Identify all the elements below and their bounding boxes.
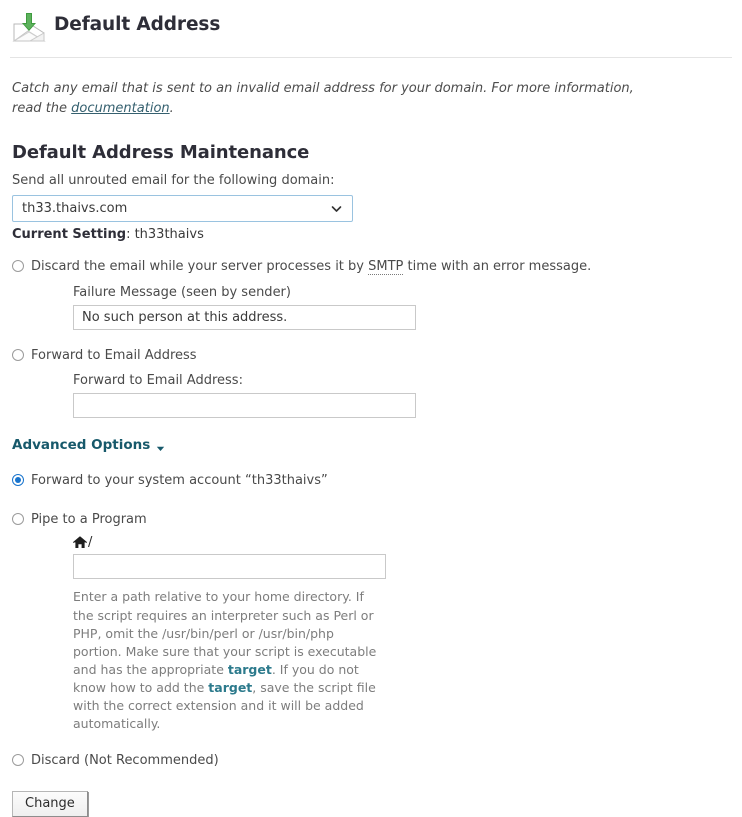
domain-field-label: Send all unrouted email for the followin… [12,173,335,189]
domain-select-value: th33.thaivs.com [22,201,128,217]
current-setting-label: Current Setting [12,227,127,243]
section-title: Default Address Maintenance [12,142,310,164]
option-discard-smtp[interactable]: Discard the email while your server proc… [12,258,742,276]
advanced-options-toggle[interactable]: Advanced Options [12,437,165,453]
option-discard[interactable]: Discard (Not Recommended) [12,752,742,770]
radio-discard[interactable] [12,754,24,767]
option-forward-system[interactable]: Forward to your system account “th33thai… [12,472,742,490]
page-title: Default Address [54,14,221,36]
page-header: Default Address [0,0,742,41]
failure-message-label: Failure Message (seen by sender) [73,284,291,300]
option-pipe-program[interactable]: Pipe to a Program [12,511,742,529]
domain-select[interactable]: th33.thaivs.com [12,195,353,223]
header-divider [10,57,732,58]
radio-discard-smtp[interactable] [12,260,24,273]
radio-discard-smtp-label: Discard the email while your server proc… [31,258,591,276]
chevron-down-icon [331,203,342,214]
pipe-help-target-link-2[interactable]: target [208,680,252,695]
option-forward-email[interactable]: Forward to Email Address [12,347,742,365]
radio-forward-system-label: Forward to your system account “th33thai… [31,473,328,489]
discard-smtp-text-after: time with an error message. [403,259,592,275]
pipe-help-text: Enter a path relative to your home direc… [73,588,385,733]
path-slash: / [88,534,93,550]
intro-paragraph: Catch any email that is sent to an inval… [12,79,667,119]
home-path-prefix: / [73,534,742,550]
radio-forward-email[interactable] [12,348,24,361]
smtp-abbr: SMTP [368,259,404,276]
current-setting: Current Setting: th33thaivs [12,227,204,243]
failure-message-input[interactable]: No such person at this address. [73,304,416,330]
radio-pipe-program[interactable] [12,512,24,525]
radio-forward-system[interactable] [12,474,24,487]
discard-smtp-text-before: Discard the email while your server proc… [31,259,369,275]
advanced-options-label: Advanced Options [12,437,151,454]
forward-email-sub-label: Forward to Email Address: [73,373,243,389]
radio-pipe-program-label: Pipe to a Program [31,511,147,527]
radio-forward-email-label: Forward to Email Address [31,347,197,363]
current-setting-value: th33thaivs [134,227,204,243]
incoming-mail-icon [10,10,48,44]
pipe-path-input[interactable] [73,554,386,580]
documentation-link[interactable]: documentation [71,101,169,116]
caret-down-icon [156,441,165,451]
home-icon [73,536,87,549]
radio-discard-label: Discard (Not Recommended) [31,753,219,769]
forward-email-input[interactable] [73,393,416,419]
change-button[interactable]: Change [12,791,88,817]
intro-text-after: . [169,101,174,117]
pipe-help-target-link-1[interactable]: target [228,662,272,677]
